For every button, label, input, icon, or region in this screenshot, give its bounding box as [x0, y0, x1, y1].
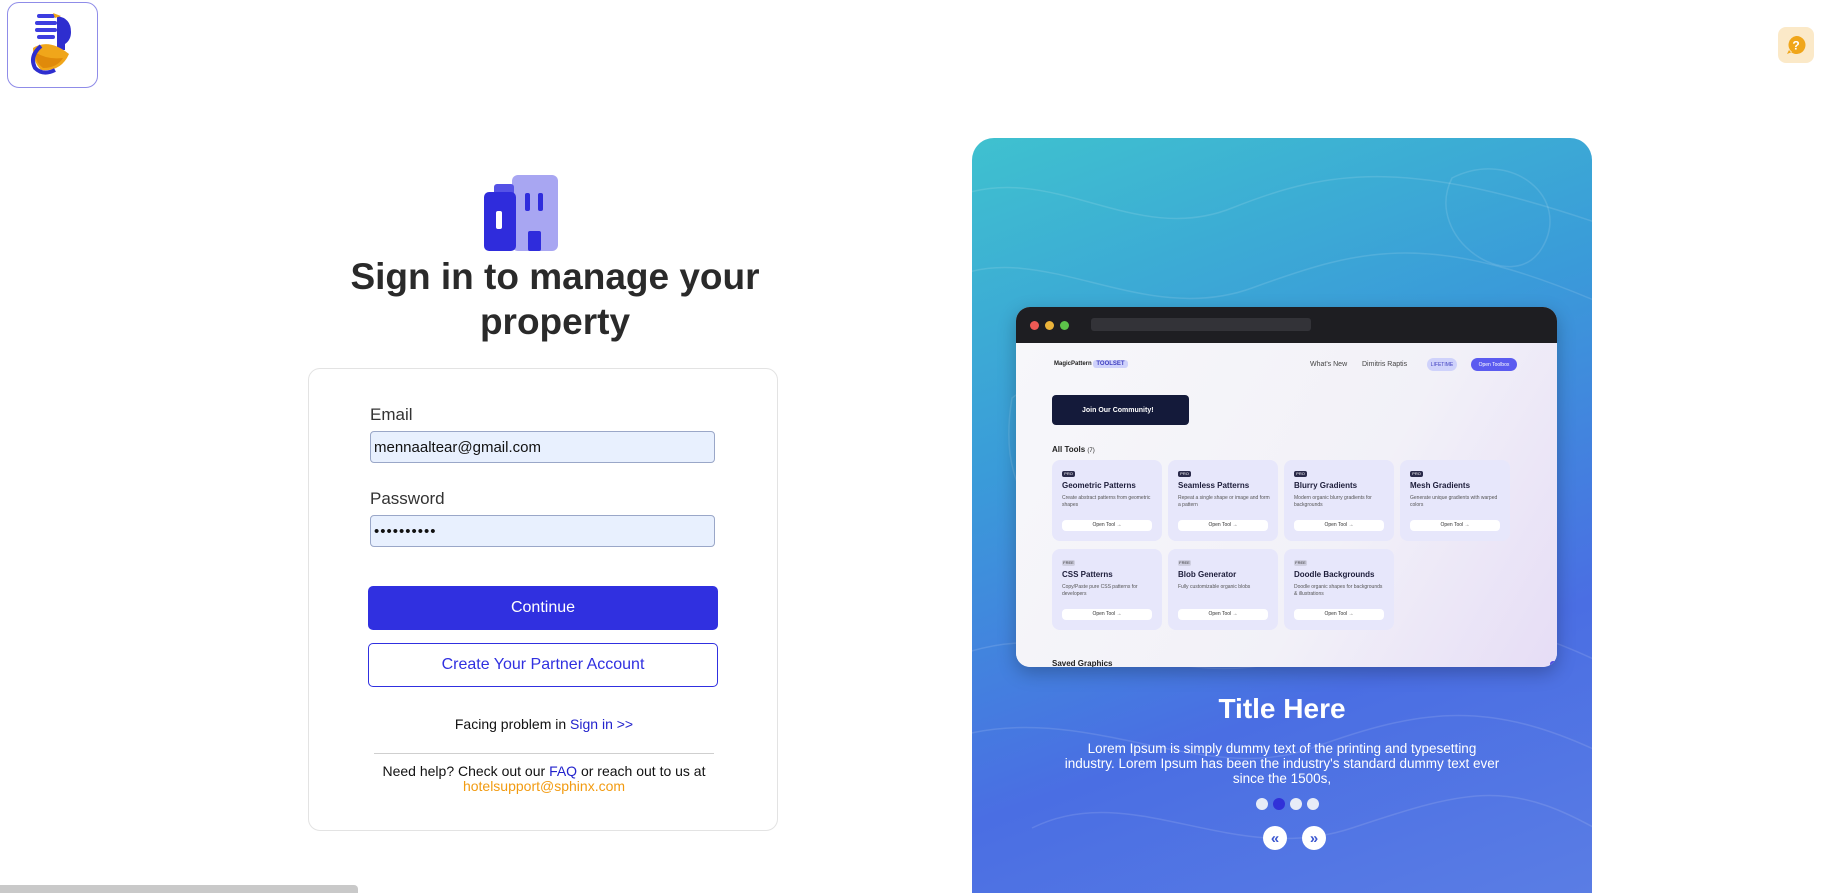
tool-desc: Fully customizable organic blobs [1178, 584, 1251, 590]
carousel-dot-3[interactable] [1290, 798, 1302, 810]
tool-desc: Create abstract patterns from geometric … [1062, 495, 1151, 508]
support-email-link[interactable]: hotelsupport@sphinx.com [463, 778, 625, 794]
mockup-community-banner: Join Our Community! [1052, 395, 1189, 425]
tool-desc: Repeat a single shape or image and form … [1178, 495, 1270, 508]
faq-link[interactable]: FAQ [549, 763, 577, 779]
app-screenshot-mockup: MagicPattern TOOLSET What's New Dimitris… [1016, 307, 1557, 667]
question-icon: ? [1787, 35, 1806, 54]
sphinx-logo-icon [30, 13, 71, 75]
signin-card: Email Password Continue Create Your Part… [308, 368, 778, 831]
sphinx-logo[interactable] [7, 2, 98, 88]
tool-name: Blurry Gradients [1294, 481, 1358, 490]
password-field[interactable] [370, 515, 715, 547]
problem-text: Facing problem in [454, 716, 567, 732]
mockup-whats-new: What's New [1310, 361, 1348, 368]
tool-desc: Copy/Paste pure CSS patterns for develop… [1062, 584, 1138, 597]
tool-badge: PRO [1062, 471, 1075, 477]
mockup-lifetime-badge: LIFETIME [1427, 358, 1457, 371]
email-label: Email [370, 405, 413, 424]
tool-badge: PRO [1410, 471, 1423, 477]
mockup-tool-card: FREE CSS Patterns Copy/Paste pure CSS pa… [1052, 549, 1162, 630]
mockup-tool-card: FREE Blob Generator Fully customizable o… [1168, 549, 1278, 630]
password-label: Password [370, 489, 445, 508]
mockup-user: Dimitris Raptis [1362, 361, 1408, 368]
carousel-dot-2[interactable] [1273, 798, 1285, 810]
divider [374, 753, 714, 754]
mockup-tool-card: PRO Geometric Patterns Create abstract p… [1052, 460, 1162, 541]
tool-open-button: Open Tool → [1062, 609, 1152, 620]
login-page: ? Sign in to manage your property Email … [0, 0, 1847, 893]
tool-name: Blob Generator [1178, 570, 1237, 579]
tool-desc: Doodle organic shapes for backgrounds & … [1294, 584, 1383, 597]
chevron-double-left-icon: « [1270, 829, 1280, 847]
tool-badge: PRO [1294, 471, 1307, 477]
mockup-content: MagicPattern TOOLSET What's New Dimitris… [1016, 343, 1557, 667]
tool-open-button: Open Tool → [1178, 520, 1268, 531]
tool-badge: FREE [1294, 560, 1307, 566]
tool-badge: PRO [1178, 471, 1191, 477]
tool-open-button: Open Tool → [1294, 520, 1384, 531]
browser-bar [1016, 307, 1557, 343]
tool-badge: FREE [1178, 560, 1191, 566]
tool-name: Seamless Patterns [1178, 481, 1250, 490]
email-field[interactable] [370, 431, 715, 463]
mockup-brand: MagicPattern TOOLSET [1054, 360, 1128, 368]
mockup-all-tools-label: All Tools [1052, 445, 1086, 454]
tool-desc: Modern organic blurry gradients for back… [1294, 495, 1372, 508]
help-symbol: ? [1792, 39, 1799, 53]
tool-open-button: Open Tool → [1178, 609, 1268, 620]
tool-open-button: Open Tool → [1294, 609, 1384, 620]
mockup-brand-badge: TOOLSET [1093, 360, 1128, 368]
tool-name: CSS Patterns [1062, 570, 1113, 579]
mockup-tool-card: PRO Mesh Gradients Generate unique gradi… [1400, 460, 1510, 541]
signin-help-link[interactable]: Sign in >> [570, 716, 633, 732]
mockup-feedback-tab [1550, 661, 1557, 667]
minimize-dot-icon [1045, 321, 1054, 330]
promo-text: Lorem Ipsum is simply dummy text of the … [1064, 741, 1500, 786]
carousel-prev-button[interactable]: « [1263, 826, 1287, 850]
horizontal-scrollbar[interactable] [0, 885, 358, 893]
mockup-tool-card: FREE Doodle Backgrounds Doodle organic s… [1284, 549, 1394, 630]
help-button[interactable]: ? [1778, 27, 1814, 63]
carousel-dot-1[interactable] [1256, 798, 1268, 810]
help-middle: or reach out to us at [580, 763, 706, 779]
tool-desc: Generate unique gradients with warped co… [1410, 495, 1498, 508]
promo-title: Title Here [1218, 693, 1346, 724]
address-bar [1091, 318, 1311, 331]
tool-name: Doodle Backgrounds [1294, 570, 1375, 579]
tool-name: Geometric Patterns [1062, 481, 1136, 490]
create-account-button[interactable]: Create Your Partner Account [368, 643, 718, 687]
mockup-all-tools: All Tools (7) [1052, 445, 1095, 454]
page-title: Sign in to manage your property [350, 256, 760, 342]
facing-problem-line: Facing problem in Sign in >> [309, 716, 779, 732]
help-prefix: Need help? Check out our [382, 763, 546, 779]
mockup-open-toolbox: Open Toolbox [1471, 358, 1517, 371]
carousel-dot-4[interactable] [1307, 798, 1319, 810]
mockup-saved-graphics: Saved Graphics [1052, 659, 1113, 667]
mockup-all-tools-count: (7) [1087, 448, 1095, 454]
tool-open-button: Open Tool → [1062, 520, 1152, 531]
mockup-tool-card: PRO Blurry Gradients Modern organic blur… [1284, 460, 1394, 541]
help-text: Need help? Check out our FAQ or reach ou… [309, 764, 779, 794]
tool-badge: FREE [1062, 560, 1075, 566]
mockup-tool-card: PRO Seamless Patterns Repeat a single sh… [1168, 460, 1278, 541]
maximize-dot-icon [1060, 321, 1069, 330]
mockup-brand-name: MagicPattern [1054, 361, 1092, 367]
tool-open-button: Open Tool → [1410, 520, 1500, 531]
close-dot-icon [1030, 321, 1039, 330]
tool-name: Mesh Gradients [1410, 481, 1471, 490]
promo-panel: MagicPattern TOOLSET What's New Dimitris… [972, 138, 1592, 893]
building-icon [484, 175, 558, 251]
chevron-double-right-icon: » [1309, 829, 1319, 847]
continue-button[interactable]: Continue [368, 586, 718, 630]
carousel-next-button[interactable]: » [1302, 826, 1326, 850]
carousel-indicators [1256, 798, 1319, 810]
